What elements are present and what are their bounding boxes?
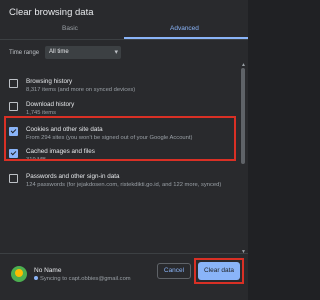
clear-data-button[interactable]: Clear data <box>198 262 240 280</box>
dialog-title: Clear browsing data <box>9 7 94 18</box>
list-item-passwords[interactable]: Passwords and other sign-in data 124 pas… <box>0 167 236 193</box>
tab-advanced[interactable]: Advanced <box>170 25 199 32</box>
cancel-button[interactable]: Cancel <box>157 263 191 279</box>
time-range-select[interactable]: All time ▾ <box>45 46 121 59</box>
checkbox-download-history[interactable] <box>9 102 18 111</box>
item-title: Download history <box>26 101 75 108</box>
scroll-down-arrow-icon[interactable]: ▼ <box>241 249 246 255</box>
account-sync-status: Syncing to capt.obbies@gmail.com <box>34 276 131 282</box>
checkbox-browsing-history[interactable] <box>9 79 18 88</box>
account-name: No Name <box>34 267 62 274</box>
divider <box>0 253 248 254</box>
item-title: Passwords and other sign-in data <box>26 173 120 180</box>
item-subtitle: 8,317 items (and more on synced devices) <box>26 87 136 93</box>
active-tab-indicator <box>124 37 248 39</box>
time-range-label: Time range <box>9 50 40 56</box>
item-subtitle: 124 passwords (for jejakdosen.com, riste… <box>26 182 222 188</box>
tab-bar: Basic Advanced <box>0 22 248 40</box>
tab-basic[interactable]: Basic <box>62 25 78 32</box>
sync-icon <box>34 276 38 280</box>
avatar <box>11 266 27 282</box>
checkbox-passwords[interactable] <box>9 174 18 183</box>
chevron-down-icon: ▾ <box>114 49 118 56</box>
time-range-value: All time <box>49 49 69 55</box>
sync-text: Syncing to capt.obbies@gmail.com <box>40 276 131 282</box>
avatar-face-icon <box>15 269 23 277</box>
clear-browsing-data-dialog: Clear browsing data Basic Advanced Time … <box>0 0 248 300</box>
item-title: Browsing history <box>26 78 73 85</box>
scrollbar-thumb[interactable] <box>241 68 245 164</box>
annotation-highlight-box <box>4 116 236 161</box>
